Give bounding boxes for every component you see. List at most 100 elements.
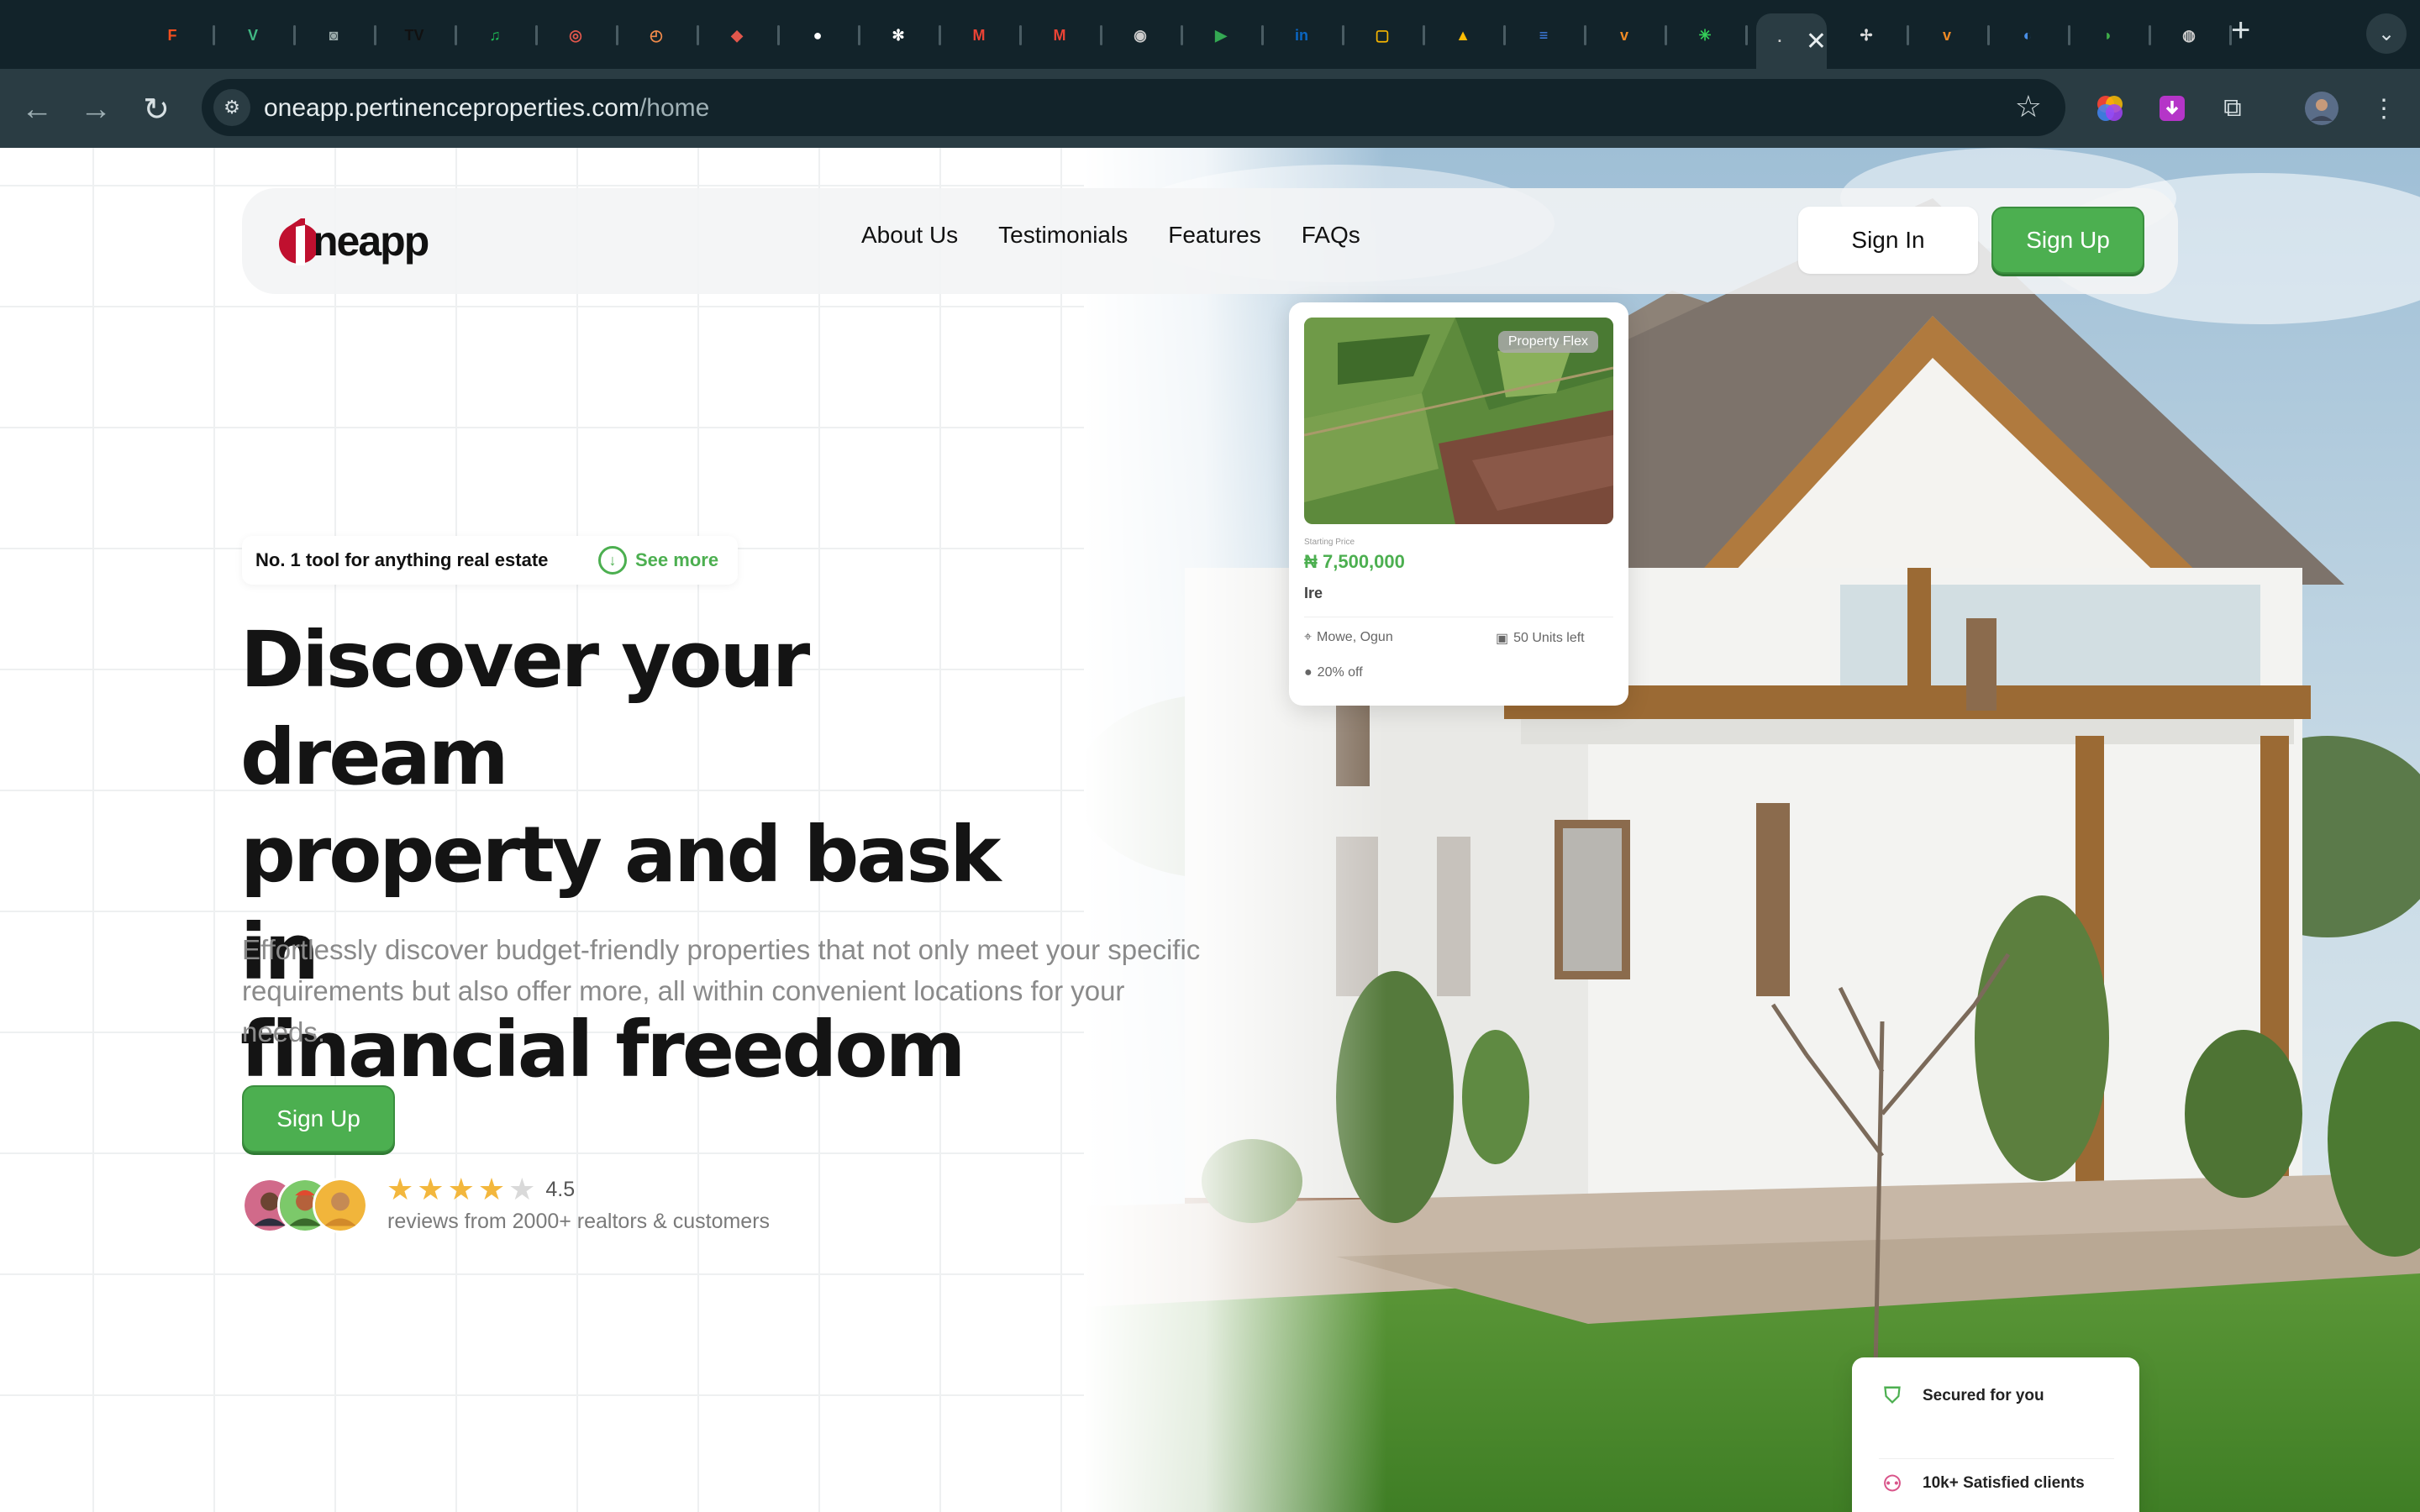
property-card[interactable]: Property Flex Starting Price ₦ 7,500,000… <box>1289 302 1628 706</box>
color-extension-icon[interactable] <box>2089 87 2131 129</box>
browser-tab[interactable]: ◆ <box>709 13 786 57</box>
tab-separator <box>455 25 457 45</box>
browser-tab[interactable]: ✻ <box>871 13 948 57</box>
nav-sign-up-button[interactable]: Sign Up <box>1991 207 2144 274</box>
camera-icon: ◙ <box>329 26 339 44</box>
browser-tab[interactable]: V <box>225 13 302 57</box>
browser-tab[interactable]: ▶ <box>1193 13 1270 57</box>
tradingview-icon: TV <box>404 26 424 44</box>
address-bar[interactable]: ⚙ oneapp.pertinenceproperties.com/home ☆ <box>202 79 2065 136</box>
extensions-puzzle-icon[interactable]: ⧉ <box>2212 87 2254 129</box>
logo-text: neapp <box>313 218 429 265</box>
oneapp-logo[interactable]: neapp <box>276 212 429 270</box>
star-filled-icon: ★ <box>417 1172 445 1206</box>
nav-link-about[interactable]: About Us <box>861 222 958 249</box>
browser-menu-icon[interactable]: ⋮ <box>2363 87 2405 129</box>
tab-separator <box>1423 25 1425 45</box>
browser-tab[interactable]: ▢ <box>1355 13 1432 57</box>
browser-tab[interactable]: M <box>951 13 1028 57</box>
drive-icon: ▲ <box>1455 26 1470 44</box>
url-host: oneapp.pertinenceproperties.com <box>264 94 639 122</box>
browser-tab[interactable]: ◴ <box>629 13 706 57</box>
tab-separator <box>697 25 699 45</box>
docs-icon: ≡ <box>1539 26 1549 44</box>
property-tag: Property Flex <box>1497 331 1598 353</box>
tab-separator <box>2068 25 2070 45</box>
browser-tab[interactable]: ◐ <box>2000 13 2077 57</box>
forward-icon[interactable]: → <box>76 89 116 129</box>
browser-tab[interactable]: v <box>1919 13 1996 57</box>
v-brand-icon: v <box>1942 26 1951 44</box>
chrome-icon: ◉ <box>1134 26 1147 44</box>
star-filled-icon: ★ <box>477 1172 506 1206</box>
discount-icon: ● <box>1304 665 1313 680</box>
browser-tab[interactable]: ▲ <box>1435 13 1512 57</box>
property-image: Property Flex <box>1304 318 1613 524</box>
chat-icon: ▢ <box>1375 26 1390 44</box>
browser-tab[interactable]: M <box>1032 13 1109 57</box>
hero-subtext: Effortlessly discover budget-friendly pr… <box>242 934 1201 1047</box>
url-text[interactable]: oneapp.pertinenceproperties.com/home <box>264 94 709 123</box>
back-icon[interactable]: ← <box>17 89 57 129</box>
browser-tab[interactable]: ✢ <box>1839 13 1916 57</box>
browser-tab[interactable]: F <box>145 13 222 57</box>
tab-separator <box>213 25 215 45</box>
see-more-link[interactable]: ↓ See more <box>598 546 718 575</box>
stat-clients-text: 10k+ Satisfied clients <box>1923 1474 2085 1492</box>
browser-tab[interactable]: in <box>1274 13 1351 57</box>
page: neapp About Us Testimonials Features FAQ… <box>0 148 2420 1512</box>
property-name: Ire <box>1304 585 1323 601</box>
tab-separator <box>293 25 296 45</box>
reviewer-avatars <box>242 1178 368 1233</box>
stats-divider <box>1879 1458 2114 1459</box>
price-label: Starting Price <box>1304 538 1355 547</box>
browser-tab[interactable]: ✳ <box>1677 13 1754 57</box>
stats-card: ⛉ Secured for you ⚇ 10k+ Satisfied clien… <box>1852 1357 2139 1512</box>
new-tab-button[interactable]: + <box>2231 12 2250 50</box>
hero-sign-up-button[interactable]: Sign Up <box>242 1085 395 1152</box>
browser-tab[interactable]: ◍ <box>2161 13 2238 57</box>
tab-search-icon[interactable]: ⌄ <box>2366 13 2407 54</box>
property-location: ⌖ Mowe, Ogun <box>1304 630 1393 645</box>
gmail-icon: M <box>1053 26 1066 44</box>
browser-tab[interactable]: ◎ <box>548 13 625 57</box>
avatar <box>313 1178 368 1233</box>
stat-secured-text: Secured for you <box>1923 1387 2044 1404</box>
active-browser-tab[interactable]: · ✕ <box>1756 13 1827 69</box>
tab-separator <box>1987 25 1990 45</box>
tab-separator <box>1100 25 1102 45</box>
profile-avatar[interactable] <box>2301 87 2343 129</box>
tab-separator <box>939 25 941 45</box>
location-text: Mowe, Ogun <box>1317 630 1393 644</box>
leaf-icon: ◗ <box>2103 26 2113 44</box>
discount-text: 20% off <box>1317 665 1363 680</box>
close-tab-icon[interactable]: ✕ <box>1806 27 1827 56</box>
bookmark-star-icon[interactable]: ☆ <box>2015 89 2042 124</box>
browser-tab[interactable]: ≡ <box>1516 13 1593 57</box>
url-path: /home <box>639 94 710 122</box>
reload-icon[interactable]: ↻ <box>136 89 176 129</box>
browser-tab[interactable]: v <box>1597 13 1674 57</box>
nav-link-testimonials[interactable]: Testimonials <box>998 222 1128 249</box>
tab-separator <box>1584 25 1586 45</box>
sign-in-button[interactable]: Sign In <box>1798 207 1978 274</box>
browser-tab[interactable]: ● <box>790 13 867 57</box>
site-info-icon[interactable]: ⚙ <box>213 89 250 126</box>
nav-link-faqs[interactable]: FAQs <box>1302 222 1360 249</box>
download-extension-icon[interactable] <box>2151 87 2193 129</box>
browser-tab[interactable]: ◙ <box>306 13 383 57</box>
browser-tab[interactable]: ♫ <box>467 13 544 57</box>
stat-clients: ⚇ 10k+ Satisfied clients <box>1879 1470 2085 1497</box>
nav-link-features[interactable]: Features <box>1168 222 1261 249</box>
units-text: 50 Units left <box>1513 631 1585 645</box>
globe-icon: ◍ <box>2182 26 2196 44</box>
browser-tab[interactable]: ◗ <box>2081 13 2158 57</box>
tab-separator <box>1665 25 1667 45</box>
tab-separator <box>1181 25 1183 45</box>
browser-tab[interactable]: TV <box>387 13 464 57</box>
tab-separator <box>374 25 376 45</box>
rating-value: 4.5 <box>545 1177 576 1201</box>
browser-tab[interactable]: ◉ <box>1113 13 1190 57</box>
tab-separator <box>1503 25 1506 45</box>
openai-icon: ✻ <box>892 26 905 44</box>
